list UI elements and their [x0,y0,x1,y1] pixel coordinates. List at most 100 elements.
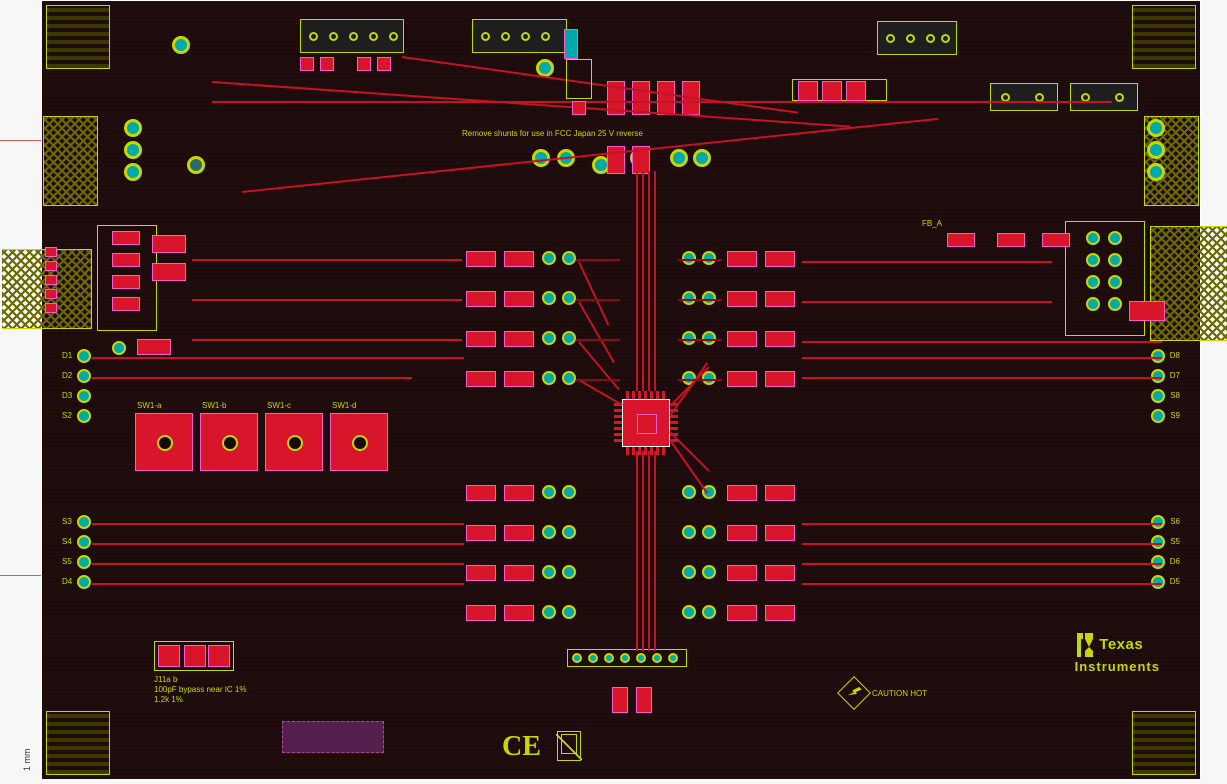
copper-trace [212,101,1112,103]
via-pad [124,119,142,137]
via-pad [562,605,576,619]
terminal-connector [990,83,1058,111]
copper-trace [636,451,638,651]
edge-pad-via [1151,555,1165,569]
texas-instruments-logo: Texas Instruments [1075,631,1160,674]
silk-ref: D3 [62,391,72,400]
logo-text-top: Texas [1099,636,1143,653]
via-pad [542,331,556,345]
via-pad [702,565,716,579]
via-pad [682,251,696,265]
copper-trace [578,262,609,326]
qfn-ic-u1 [622,399,670,447]
dip-rotary-switch [265,413,323,471]
copper-trace [92,543,464,545]
pad [846,81,866,101]
copper-trace [578,302,615,364]
via-pad [542,291,556,305]
mounting-keepout [46,711,110,775]
pad [822,81,842,101]
mounting-keepout [46,5,110,69]
dip-rotary-switch [200,413,258,471]
sma-pad [45,303,57,313]
via-pad [542,485,556,499]
copper-trace [92,377,412,379]
silk-ref: D6 [1170,557,1180,566]
screw-terminal-connector [877,21,957,55]
copper-trace [802,377,1162,379]
via-pad [542,565,556,579]
via-pad [702,331,716,345]
via-pad [542,371,556,385]
sma-pad [45,261,57,271]
smt-resistor [727,371,757,387]
smt-resistor [765,251,795,267]
silk-switch-label: SW1-a [137,401,161,410]
via-pad [1147,163,1165,181]
smt-resistor [997,233,1025,247]
via-pad [124,163,142,181]
via-pad [562,291,576,305]
via-pad [702,525,716,539]
smt-resistor [504,331,534,347]
copper-trace [802,583,1162,585]
sma-pad [45,275,57,285]
copper-trace [576,259,620,261]
silk-ref: S3 [62,517,72,526]
page-ruler-line [0,575,41,576]
header-pad [158,645,180,667]
silkscreen-note: Remove shunts for use in FCC Japan 25 V … [462,129,643,138]
cap-outline [566,59,592,99]
smt-pad [636,687,652,713]
smt-resistor [727,331,757,347]
copper-trace [654,171,656,391]
copper-trace [802,261,1052,263]
edge-pad-via [77,515,91,529]
smt-resistor [466,371,496,387]
smt-resistor [504,251,534,267]
page-ruler-line [0,140,41,141]
smt-resistor [112,275,140,289]
screw-terminal-connector [300,19,404,53]
silk-note: 1.2k 1% [154,695,183,704]
silk-ref: D7 [1170,371,1180,380]
copper-trace [92,563,464,565]
silk-ref: D5 [1170,577,1180,586]
high-voltage-warning-icon [837,676,871,710]
shunt-pad [657,81,675,115]
via-pad [1108,231,1122,245]
via-pad [1086,275,1100,289]
via-pad [1108,253,1122,267]
silk-ref: S5 [1170,537,1180,546]
copper-trace [678,299,722,301]
pcb-board-outline[interactable]: Remove shunts for use in FCC Japan 25 V … [41,0,1201,780]
smt-resistor [727,485,757,501]
via-pad [562,565,576,579]
smt-resistor [504,565,534,581]
silk-note: 100pF bypass near IC 1% [154,685,247,694]
header-pad [184,645,206,667]
via-pad [682,331,696,345]
edge-pad-via [1151,515,1165,529]
mounting-keepout [1132,5,1196,69]
smt-cap [357,57,371,71]
via-pad [1086,253,1100,267]
smt-resistor [137,339,171,355]
silk-ref: D8 [1170,351,1180,360]
header-pin [652,653,662,663]
edge-pad-via [1151,349,1165,363]
header-pin [636,653,646,663]
via-pad [124,141,142,159]
pad [572,101,586,115]
smt-resistor [112,231,140,245]
electrolytic-cap [564,29,578,59]
smt-resistor [727,565,757,581]
via-pad [702,251,716,265]
smt-resistor [765,525,795,541]
copper-trace [92,523,464,525]
smt-resistor [112,297,140,311]
via-pad [187,156,205,174]
copper-trace [576,339,620,341]
smt-resistor [727,605,757,621]
silk-ref: S5 [62,557,72,566]
